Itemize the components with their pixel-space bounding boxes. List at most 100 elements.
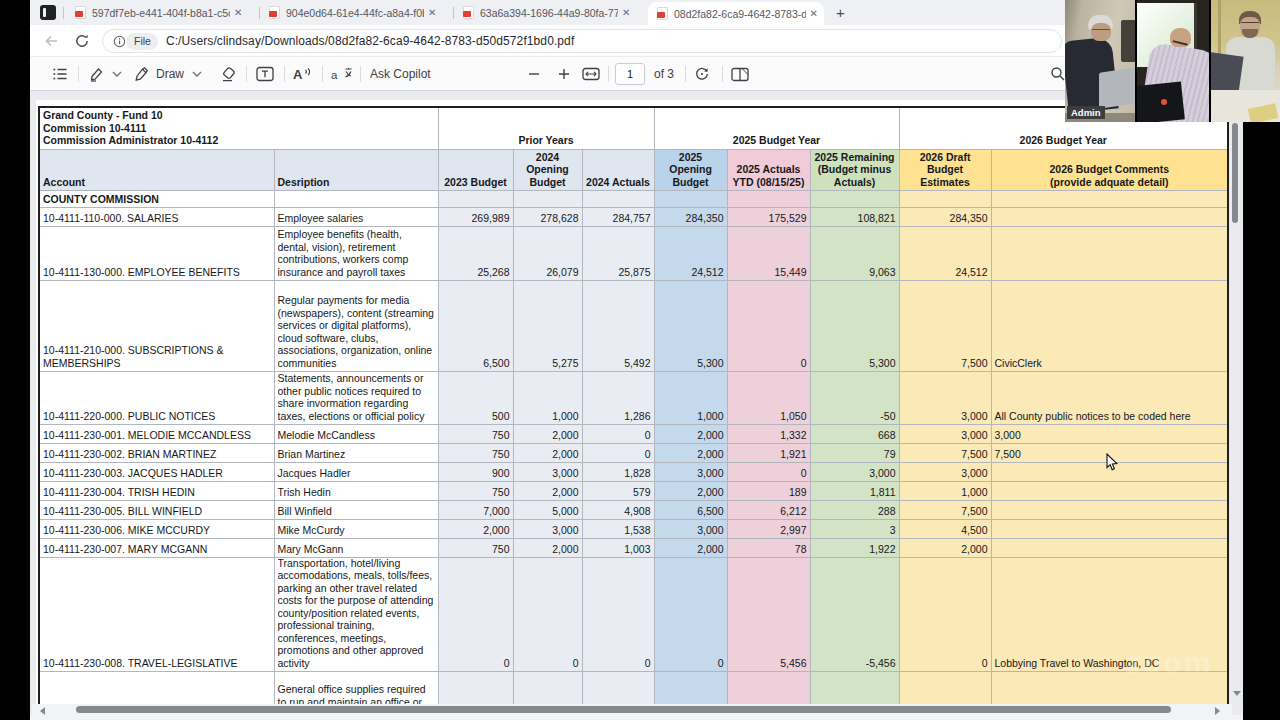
- tab-close-icon[interactable]: ✕: [810, 9, 818, 19]
- comment-cell: All County public notices to be coded he…: [991, 372, 1228, 425]
- page-number-input[interactable]: 1: [615, 63, 645, 85]
- column-header: 2023 Budget: [438, 149, 513, 191]
- comment-cell: 3,000: [991, 425, 1228, 444]
- account-cell: 10-4111-230-007. MARY MCGANN: [39, 539, 274, 558]
- tab-close-icon[interactable]: ✕: [428, 8, 436, 18]
- scroll-left-icon[interactable]: [40, 707, 45, 715]
- account-cell: 10-4111-230-002. BRIAN MARTINEZ: [39, 444, 274, 463]
- search-icon[interactable]: [1050, 57, 1066, 91]
- file-scheme-chip: File: [126, 33, 158, 50]
- value-cell: 6,500: [438, 281, 513, 372]
- read-aloud-icon[interactable]: A: [293, 57, 312, 91]
- value-cell: 1,000: [513, 372, 582, 425]
- description-cell: Employee benefits (health, dental, visio…: [274, 227, 438, 281]
- value-cell: 284,350: [899, 208, 991, 227]
- value-cell: 2,997: [727, 520, 810, 539]
- meeting-video-strip: Admin: [1065, 0, 1280, 122]
- value-cell: 6,500: [654, 501, 727, 520]
- value-cell: 24,512: [899, 227, 991, 281]
- value-cell: 0: [582, 425, 654, 444]
- value-cell: 750: [438, 444, 513, 463]
- rotate-icon[interactable]: [694, 57, 710, 91]
- account-cell: 10-4111-230-004. TRISH HEDIN: [39, 482, 274, 501]
- horizontal-scrollbar-thumb[interactable]: [76, 706, 1171, 713]
- column-header: 2024 Actuals: [582, 149, 654, 191]
- value-cell: 189: [727, 482, 810, 501]
- value-cell: 3,000: [654, 520, 727, 539]
- value-cell: 3,000: [899, 425, 991, 444]
- value-cell: 25,268: [438, 227, 513, 281]
- tab-actions-icon[interactable]: [40, 5, 56, 20]
- back-icon[interactable]: [44, 33, 60, 49]
- new-tab-button[interactable]: +: [836, 4, 845, 21]
- pdf-viewer: Grand County - Fund 10 Commission 10-411…: [30, 91, 1243, 720]
- erase-icon[interactable]: [220, 57, 237, 91]
- page-count-label: of 3: [654, 57, 674, 91]
- contents-icon[interactable]: [52, 57, 68, 91]
- url-bar[interactable]: File C:/Users/clindsay/Downloads/08d2fa8…: [102, 29, 1062, 53]
- value-cell: 5,456: [727, 558, 810, 672]
- column-header: Desription: [274, 149, 438, 191]
- translate-icon[interactable]: a: [331, 57, 353, 91]
- value-cell: 7,000: [438, 501, 513, 520]
- value-cell: 1,922: [810, 539, 899, 558]
- account-cell: 10-4111-230-001. MELODIE MCCANDLESS: [39, 425, 274, 444]
- vertical-scrollbar-thumb[interactable]: [1232, 123, 1238, 223]
- value-cell: 1,921: [727, 444, 810, 463]
- table-cell: [810, 191, 899, 208]
- draw-dropdown-icon[interactable]: [192, 57, 202, 91]
- ask-copilot-button[interactable]: Ask Copilot: [370, 57, 431, 91]
- value-cell: 0: [582, 558, 654, 672]
- url-text[interactable]: C:/Users/clindsay/Downloads/08d2fa82-6ca…: [166, 34, 574, 48]
- account-cell: 10-4111-110-000. SALARIES: [39, 208, 274, 227]
- info-icon[interactable]: [113, 35, 126, 48]
- value-cell: -50: [810, 372, 899, 425]
- scroll-down-icon[interactable]: [1233, 691, 1241, 696]
- draw-label[interactable]: Draw: [156, 57, 184, 91]
- comment-cell: [991, 520, 1228, 539]
- description-cell: Trish Hedin: [274, 482, 438, 501]
- description-cell: Jacques Hadler: [274, 463, 438, 482]
- table-column-header-row: AccountDesription2023 Budget2024 Opening…: [39, 149, 1228, 191]
- tab[interactable]: 08d2fa82-6ca9-4642-8783-d50d5✕: [648, 2, 824, 25]
- value-cell: 5,300: [810, 281, 899, 372]
- table-cell: [438, 191, 513, 208]
- account-cell: 10-4111-230-005. BILL WINFIELD: [39, 501, 274, 520]
- value-cell: 2,000: [438, 520, 513, 539]
- pdf-file-icon: [269, 6, 280, 19]
- value-cell: 4,500: [899, 520, 991, 539]
- text-icon[interactable]: [256, 57, 274, 91]
- participant-video-1: Admin: [1065, 0, 1135, 122]
- value-cell: 5,000: [513, 501, 582, 520]
- reload-icon[interactable]: [74, 33, 90, 49]
- fit-width-icon[interactable]: [582, 57, 600, 91]
- tab[interactable]: 597df7eb-e441-404f-b8a1-c5c48✕: [66, 0, 258, 25]
- value-cell: 0: [727, 463, 810, 482]
- value-cell: 0: [654, 558, 727, 672]
- scroll-right-icon[interactable]: [1215, 707, 1220, 715]
- table-cell: [899, 191, 991, 208]
- comment-cell: [991, 208, 1228, 227]
- zoom-out-icon[interactable]: [528, 57, 540, 91]
- table-row: 10-4111-230-001. MELODIE MCCANDLESSMelod…: [39, 425, 1228, 444]
- tab-close-icon[interactable]: ✕: [234, 8, 242, 18]
- table-cell: [654, 191, 727, 208]
- table-row: 10-4111-230-004. TRISH HEDINTrish Hedin7…: [39, 482, 1228, 501]
- zoom-in-icon[interactable]: [558, 57, 570, 91]
- tab[interactable]: 904e0d64-61e4-44fc-a8a4-f0b01✕: [260, 0, 452, 25]
- value-cell: 1,000: [899, 482, 991, 501]
- page-view-icon[interactable]: [731, 57, 749, 91]
- tab-close-icon[interactable]: ✕: [622, 8, 630, 18]
- vertical-scrollbar[interactable]: [1232, 91, 1240, 704]
- value-cell: 500: [438, 372, 513, 425]
- value-cell: 15,449: [727, 227, 810, 281]
- description-cell: Statements, announcements or other publi…: [274, 372, 438, 425]
- draw-icon[interactable]: [134, 57, 151, 91]
- horizontal-scrollbar[interactable]: [32, 704, 1232, 715]
- tab[interactable]: 63a6a394-1696-44a9-80fa-77b97✕: [454, 0, 646, 25]
- table-row: 10-4111-230-006. MIKE MCCURDYMike McCurd…: [39, 520, 1228, 539]
- highlight-dropdown-icon[interactable]: [112, 57, 122, 91]
- value-cell: 2,000: [654, 482, 727, 501]
- zoom-watermark: zoom: [1126, 646, 1212, 680]
- highlight-icon[interactable]: [88, 57, 105, 91]
